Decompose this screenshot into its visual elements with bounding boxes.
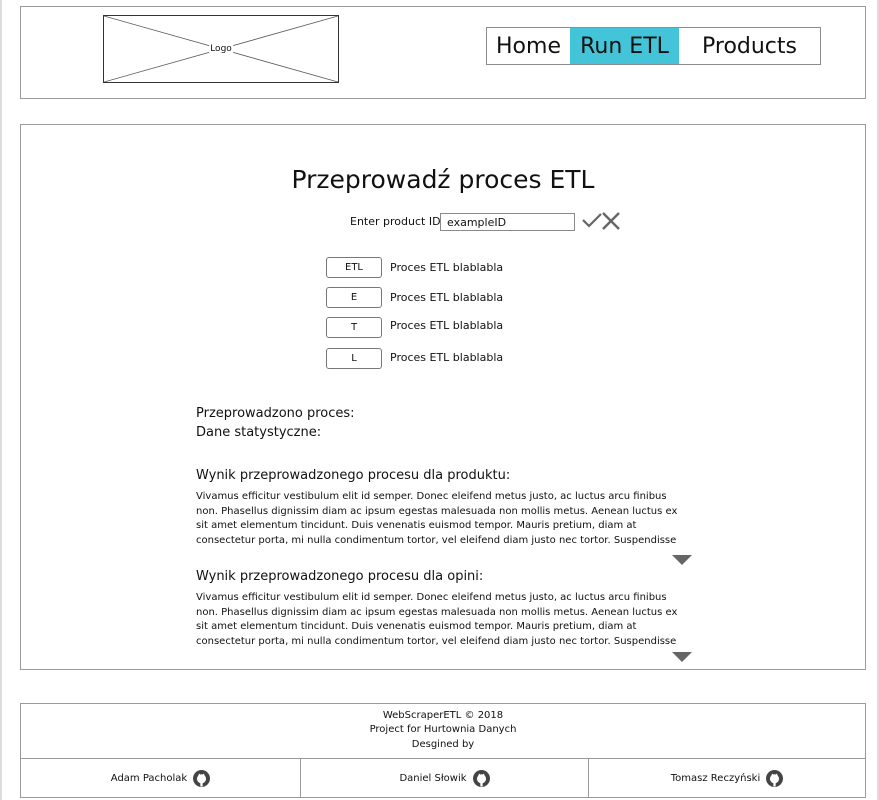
footer: WebScraperETL © 2018 Project for Hurtown… <box>20 703 866 798</box>
confirm-check-icon[interactable] <box>582 212 602 232</box>
extract-step-description: Proces ETL blablabla <box>390 291 504 304</box>
logo-label: Logo <box>209 44 233 54</box>
footer-copyright: WebScraperETL © 2018 <box>382 710 504 721</box>
extract-button[interactable]: E <box>326 287 382 308</box>
cancel-x-icon[interactable] <box>601 211 621 235</box>
author-name: Adam Pacholak <box>110 773 188 784</box>
main-panel: Przeprowadź proces ETL Enter product ID … <box>20 124 866 670</box>
nav-products[interactable]: Products <box>679 28 820 64</box>
etl-step-description: Proces ETL blablabla <box>390 261 504 274</box>
opinion-result-text: Vivamus efficitur vestibulum elit id sem… <box>196 592 678 647</box>
left-edge-line <box>0 0 2 800</box>
process-status-label: Przeprowadzono proces: <box>196 406 355 421</box>
product-result-title: Wynik przeprowadzonego procesu dla produ… <box>196 468 511 483</box>
main-nav: Home Run ETL Products <box>486 27 821 65</box>
nav-run-etl[interactable]: Run ETL <box>570 28 679 64</box>
author-name: Daniel Słowik <box>399 773 467 784</box>
etl-button[interactable]: ETL <box>326 257 382 278</box>
opinion-result-title: Wynik przeprowadzonego procesu dla opini… <box>196 569 484 584</box>
github-icon[interactable] <box>193 770 211 787</box>
expand-product-result-icon[interactable] <box>672 551 692 570</box>
expand-opinion-result-icon[interactable] <box>672 648 692 667</box>
header: Logo Home Run ETL Products <box>20 6 866 99</box>
author-cell: Daniel Słowik <box>300 759 588 798</box>
github-icon[interactable] <box>472 770 490 787</box>
author-name: Tomasz Reczyński <box>670 773 761 784</box>
load-button[interactable]: L <box>326 348 382 369</box>
nav-home[interactable]: Home <box>487 28 570 64</box>
product-result-text: Vivamus efficitur vestibulum elit id sem… <box>196 491 678 546</box>
statistics-label: Dane statystyczne: <box>196 425 322 440</box>
author-cell: Adam Pacholak <box>21 759 300 798</box>
load-step-description: Proces ETL blablabla <box>390 351 504 364</box>
transform-step-description: Proces ETL blablabla <box>390 319 504 332</box>
logo: Logo <box>103 15 339 83</box>
product-id-input[interactable] <box>440 213 575 231</box>
transform-button[interactable]: T <box>326 317 382 338</box>
footer-authors: Adam Pacholak Daniel Słowik Tomasz Reczy… <box>21 758 865 798</box>
github-icon[interactable] <box>766 770 784 787</box>
page-title: Przeprowadź proces ETL <box>291 165 595 194</box>
product-id-label: Enter product ID <box>350 215 441 228</box>
footer-designed-by: Desgined by <box>411 739 475 750</box>
footer-project: Project for Hurtownia Danych <box>369 724 517 735</box>
author-cell: Tomasz Reczyński <box>588 759 865 798</box>
